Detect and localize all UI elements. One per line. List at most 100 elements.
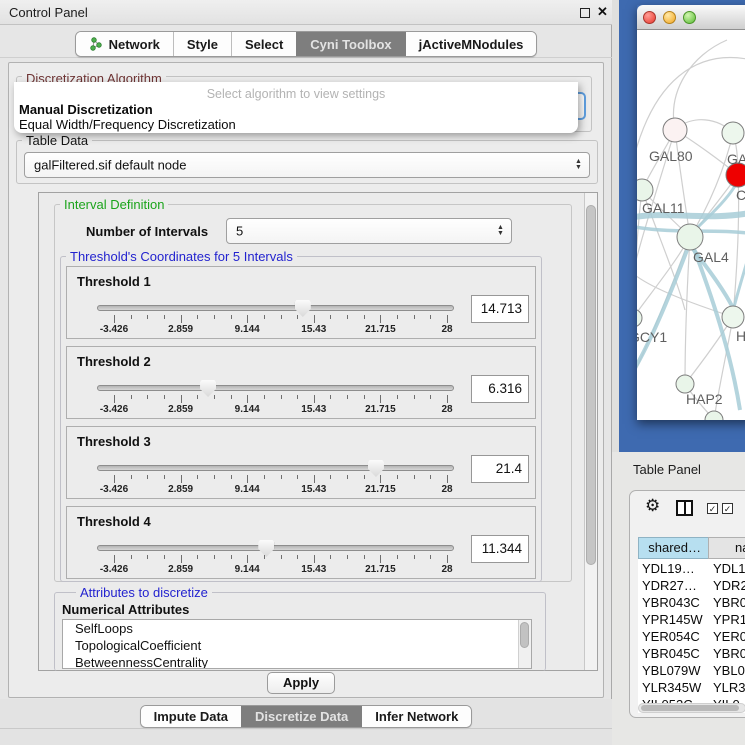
float-window-icon[interactable] bbox=[580, 8, 590, 18]
bottom-tab-label: Discretize Data bbox=[255, 709, 348, 724]
tick-mark bbox=[297, 315, 298, 319]
threshold-slider-track[interactable] bbox=[97, 465, 454, 471]
tick-mark bbox=[347, 475, 348, 479]
tick-mark bbox=[364, 475, 365, 479]
table-row[interactable]: YBL079WYBL0 bbox=[638, 662, 745, 679]
threshold-value-field[interactable]: 21.4 bbox=[471, 455, 529, 483]
close-traffic-light[interactable] bbox=[643, 11, 656, 24]
close-icon[interactable]: ✕ bbox=[597, 4, 608, 20]
tab-label: Cyni Toolbox bbox=[310, 37, 391, 52]
tab-style[interactable]: Style bbox=[173, 32, 231, 56]
tick-mark bbox=[414, 555, 415, 559]
apply-button[interactable]: Apply bbox=[267, 672, 335, 694]
thresholds-group-title: Threshold's Coordinates for 5 Intervals bbox=[66, 249, 297, 264]
table-cell-name: YBL0 bbox=[709, 662, 745, 679]
tab-jactivemnodules[interactable]: jActiveMNodules bbox=[405, 32, 537, 56]
tick-mark bbox=[231, 395, 232, 399]
network-node[interactable] bbox=[637, 179, 653, 201]
algorithm-option-manual[interactable]: Manual Discretization bbox=[18, 102, 574, 117]
network-node-label: HAP2 bbox=[686, 391, 723, 407]
table-row[interactable]: YDL19…YDL1 bbox=[638, 560, 745, 577]
threshold-slider-track[interactable] bbox=[97, 305, 454, 311]
zoom-traffic-light[interactable] bbox=[683, 11, 696, 24]
bottom-tab-impute-data[interactable]: Impute Data bbox=[141, 706, 241, 727]
network-node[interactable] bbox=[677, 224, 703, 250]
table-row[interactable]: YPR145WYPR1 bbox=[638, 611, 745, 628]
network-node[interactable] bbox=[722, 122, 744, 144]
attribute-item[interactable]: BetweennessCentrality bbox=[63, 654, 531, 669]
table-cell-shared-name: YLR345W bbox=[638, 679, 709, 696]
attribute-item[interactable]: SelfLoops bbox=[63, 620, 531, 637]
table-row[interactable]: YDR27…YDR2 bbox=[638, 577, 745, 594]
tab-select[interactable]: Select bbox=[231, 32, 296, 56]
tick-label: 9.144 bbox=[235, 404, 260, 415]
tick-mark bbox=[264, 475, 265, 479]
network-edge[interactable] bbox=[690, 133, 733, 237]
network-edge[interactable] bbox=[675, 130, 690, 237]
slider-tick-labels: -3.4262.8599.14415.4321.71528 bbox=[114, 564, 447, 576]
tick-label: 28 bbox=[441, 404, 452, 415]
network-edge-highlighted[interactable] bbox=[694, 249, 740, 410]
network-edge-highlighted[interactable] bbox=[697, 186, 735, 228]
tick-mark bbox=[131, 315, 132, 319]
threshold-value-field[interactable]: 14.713 bbox=[471, 295, 529, 323]
threshold-slider-track[interactable] bbox=[97, 545, 454, 551]
attribute-item[interactable]: TopologicalCoefficient bbox=[63, 637, 531, 654]
threshold-label: Threshold 3 bbox=[77, 434, 151, 449]
tick-mark bbox=[197, 395, 198, 399]
table-row[interactable]: YLR345WYLR3 bbox=[638, 679, 745, 696]
table-cell-shared-name: YDR27… bbox=[638, 577, 709, 594]
network-node[interactable] bbox=[722, 306, 744, 328]
tick-mark bbox=[380, 475, 381, 483]
network-edge[interactable] bbox=[674, 40, 727, 130]
number-of-intervals-select[interactable]: 5 ▲▼ bbox=[226, 218, 512, 244]
network-edge-highlighted[interactable] bbox=[637, 250, 687, 375]
bottom-tab-discretize-data[interactable]: Discretize Data bbox=[241, 706, 361, 727]
tick-mark bbox=[314, 475, 315, 483]
tick-mark bbox=[397, 475, 398, 479]
algorithm-popup-hint: Select algorithm to view settings bbox=[14, 87, 578, 101]
table-panel-box: ⚙ ✓ ✓ shared… na YDL19…YDL1YDR27…YDR2YBR… bbox=[629, 490, 745, 718]
tick-label: 21.715 bbox=[365, 324, 396, 335]
threshold-value-field[interactable]: 6.316 bbox=[471, 375, 529, 403]
table-row[interactable]: YIL052CYIL0 bbox=[638, 696, 745, 703]
tick-mark bbox=[380, 315, 381, 323]
tick-mark bbox=[330, 555, 331, 559]
attributes-scrollbar[interactable] bbox=[518, 620, 531, 668]
table-row[interactable]: YER054CYER0 bbox=[638, 628, 745, 645]
tick-label: -3.426 bbox=[100, 324, 128, 335]
tick-mark bbox=[247, 315, 248, 323]
network-canvas[interactable]: GAL80GACGAL11GAL4GCY1HHAP2 bbox=[637, 30, 745, 420]
columns-icon[interactable] bbox=[676, 500, 693, 516]
tick-label: -3.426 bbox=[100, 564, 128, 575]
checkbox-icon[interactable]: ✓ bbox=[707, 503, 718, 514]
tick-label: -3.426 bbox=[100, 404, 128, 415]
tick-mark bbox=[197, 315, 198, 319]
gear-icon[interactable]: ⚙ bbox=[645, 497, 660, 515]
table-data-value: galFiltered.sif default node bbox=[34, 158, 186, 173]
table-row[interactable]: YBR045CYBR0 bbox=[638, 645, 745, 662]
tick-mark bbox=[147, 555, 148, 559]
network-node[interactable] bbox=[637, 309, 642, 327]
column-header-name[interactable]: na bbox=[708, 537, 745, 559]
settings-scrollbar[interactable] bbox=[584, 193, 597, 670]
tick-mark bbox=[430, 555, 431, 559]
checkbox-icon[interactable]: ✓ bbox=[722, 503, 733, 514]
network-node-label: GAL4 bbox=[693, 249, 729, 265]
network-node[interactable] bbox=[663, 118, 687, 142]
table-data-select[interactable]: galFiltered.sif default node ▲▼ bbox=[24, 152, 590, 178]
tab-network[interactable]: Network bbox=[76, 32, 173, 56]
tab-cyni-toolbox[interactable]: Cyni Toolbox bbox=[296, 32, 404, 56]
threshold-slider-track[interactable] bbox=[97, 385, 454, 391]
network-edge[interactable] bbox=[685, 237, 690, 384]
algorithm-option-equal-width[interactable]: Equal Width/Frequency Discretization bbox=[18, 117, 574, 132]
tick-mark bbox=[114, 475, 115, 483]
slider-ticks bbox=[114, 555, 447, 564]
table-horizontal-scrollbar[interactable] bbox=[638, 703, 745, 713]
tick-label: 28 bbox=[441, 564, 452, 575]
minimize-traffic-light[interactable] bbox=[663, 11, 676, 24]
column-header-shared-name[interactable]: shared… bbox=[638, 537, 709, 559]
bottom-tab-infer-network[interactable]: Infer Network bbox=[361, 706, 471, 727]
table-row[interactable]: YBR043CYBR0 bbox=[638, 594, 745, 611]
threshold-value-field[interactable]: 11.344 bbox=[471, 535, 529, 563]
